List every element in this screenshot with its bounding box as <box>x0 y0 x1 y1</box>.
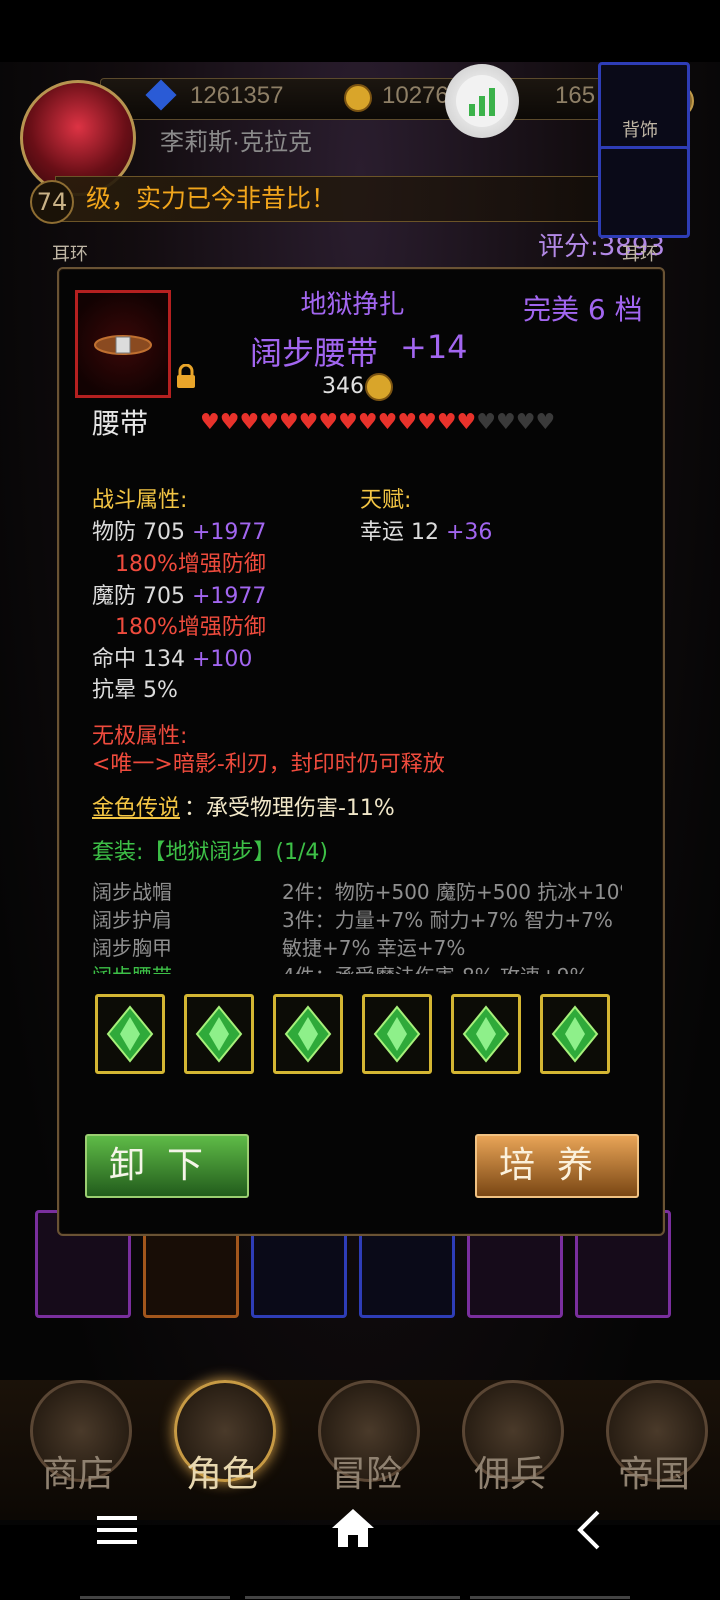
player-name: 李莉斯·克拉克 <box>160 129 312 156</box>
nav-label-2[interactable]: 冒险 <box>306 1445 426 1497</box>
heart-filled-icon: ♥ <box>239 410 260 435</box>
wuji-text: <唯一>暗影-利刃，封印时仍可释放 <box>92 752 445 777</box>
gold-coin-icon <box>344 84 372 112</box>
heart-empty-icon: ♥ <box>535 410 556 435</box>
nav-label-4[interactable]: 帝国 <box>594 1445 714 1497</box>
heart-filled-icon: ♥ <box>298 410 319 435</box>
green-gem-icon <box>284 1005 332 1063</box>
heart-empty-icon: ♥ <box>476 410 497 435</box>
nav-label-0[interactable]: 商店 <box>18 1445 138 1497</box>
suit-title: 套装:【地狱阔步】(1/4) <box>92 840 328 865</box>
item-icon-frame <box>75 290 171 398</box>
heart-filled-icon: ♥ <box>357 410 378 435</box>
item-enhance-level: +14 <box>400 328 468 366</box>
slot-label-earring-right: 耳环 <box>622 244 658 265</box>
heart-filled-icon: ♥ <box>200 410 220 435</box>
heart-filled-icon: ♥ <box>456 410 477 435</box>
item-name: 阔步腰带 <box>250 334 379 372</box>
suit-detail: 阔步战帽 阔步护肩 阔步胸甲 阔步腰带 2件：物防+500 魔防+500 抗冰+… <box>92 876 622 974</box>
unequip-button[interactable]: 卸下 <box>85 1134 249 1198</box>
energy-count: 165 <box>555 82 596 109</box>
marquee-text: 级，实力已今非昔比！ <box>86 184 337 213</box>
item-quality: 完美 6 档 <box>523 293 643 326</box>
heart-filled-icon: ♥ <box>436 410 457 435</box>
suit-effect: 3件：力量+7% 耐力+7% 智力+7% <box>282 908 613 932</box>
green-gem-icon <box>195 1005 243 1063</box>
stat-label-hit: 命中 134 +100 <box>92 647 253 672</box>
heart-filled-icon: ♥ <box>259 410 279 435</box>
gem-socket[interactable] <box>451 994 521 1074</box>
green-gem-icon <box>462 1005 510 1063</box>
heart-filled-icon: ♥ <box>397 410 418 435</box>
heart-filled-icon: ♥ <box>417 410 437 435</box>
announcement-marquee: 级，实力已今非昔比！ <box>55 176 617 222</box>
heart-empty-icon: ♥ <box>515 410 536 435</box>
nav-indicator <box>245 1596 460 1599</box>
slot-label-back: 背饰 <box>622 120 658 141</box>
train-button[interactable]: 培养 <box>475 1134 639 1198</box>
home-icon[interactable] <box>330 1505 376 1555</box>
nav-label-3[interactable]: 佣兵 <box>450 1445 570 1497</box>
stat-label-stun-resist: 抗晕 5% <box>92 678 178 703</box>
signal-bars-icon <box>456 75 508 127</box>
item-type: 腰带 <box>92 407 149 440</box>
suit-piece: 阔步护肩 <box>92 908 172 932</box>
green-gem-icon <box>373 1005 421 1063</box>
back-icon[interactable] <box>574 1508 604 1556</box>
lock-icon[interactable] <box>175 363 197 392</box>
gem-socket[interactable] <box>184 994 254 1074</box>
legend-text: ：承受物理伤害-11% <box>184 796 395 821</box>
network-status-button[interactable] <box>445 64 519 138</box>
heart-filled-icon: ♥ <box>278 410 299 435</box>
suit-piece: 阔步胸甲 <box>92 936 172 960</box>
status-bar-area <box>0 0 720 62</box>
equip-slot-earring-right[interactable] <box>598 146 690 238</box>
heart-filled-icon: ♥ <box>377 410 398 435</box>
stat-label-physdef: 物防 705 +1977 <box>92 520 267 545</box>
talent-luck: 幸运 12 +36 <box>360 520 493 545</box>
stat-label-magdef: 魔防 705 +1977 <box>92 584 267 609</box>
player-level-badge: 74 <box>30 180 74 224</box>
green-gem-icon <box>551 1005 599 1063</box>
suit-piece: 阔步腰带 <box>92 960 172 974</box>
nav-indicator <box>470 1596 630 1599</box>
gem-socket[interactable] <box>95 994 165 1074</box>
enhance-hearts: ♥♥♥♥♥♥♥♥♥♥♥♥♥♥♥♥♥♥ <box>200 410 556 435</box>
stat-sub-physdef: 180%增强防御 <box>115 552 266 577</box>
item-price: 346 <box>322 374 364 399</box>
heart-filled-icon: ♥ <box>338 410 358 435</box>
legend-title[interactable]: 金色传说 <box>92 790 180 822</box>
gold-coin-icon <box>365 373 393 401</box>
stat-sub-magdef: 180%增强防御 <box>115 615 266 640</box>
gem-socket[interactable] <box>273 994 343 1074</box>
slot-label-earring-left: 耳环 <box>52 244 88 265</box>
gem-socket[interactable] <box>540 994 610 1074</box>
combat-title: 战斗属性: <box>92 488 188 513</box>
heart-filled-icon: ♥ <box>219 410 240 435</box>
gem-socket[interactable] <box>362 994 432 1074</box>
suit-piece: 阔步战帽 <box>92 880 172 904</box>
nav-indicator <box>80 1596 230 1599</box>
item-set-title: 地狱挣扎 <box>300 290 405 320</box>
heart-filled-icon: ♥ <box>318 410 339 435</box>
gold-count: 10276 <box>382 82 449 109</box>
belt-icon <box>94 335 152 355</box>
recent-apps-icon[interactable] <box>95 1510 141 1554</box>
suit-effect: 2件：物防+500 魔防+500 抗冰+10% <box>282 880 622 904</box>
diamond-count: 1261357 <box>190 82 284 109</box>
suit-effect: 敏捷+7% 幸运+7% <box>282 936 466 960</box>
nav-label-1[interactable]: 角色 <box>162 1445 282 1497</box>
suit-effect: 4件：承受魔法伤害-8% 攻速+9% <box>282 960 589 974</box>
green-gem-icon <box>106 1005 154 1063</box>
talent-title: 天赋: <box>360 488 412 513</box>
heart-empty-icon: ♥ <box>496 410 516 435</box>
